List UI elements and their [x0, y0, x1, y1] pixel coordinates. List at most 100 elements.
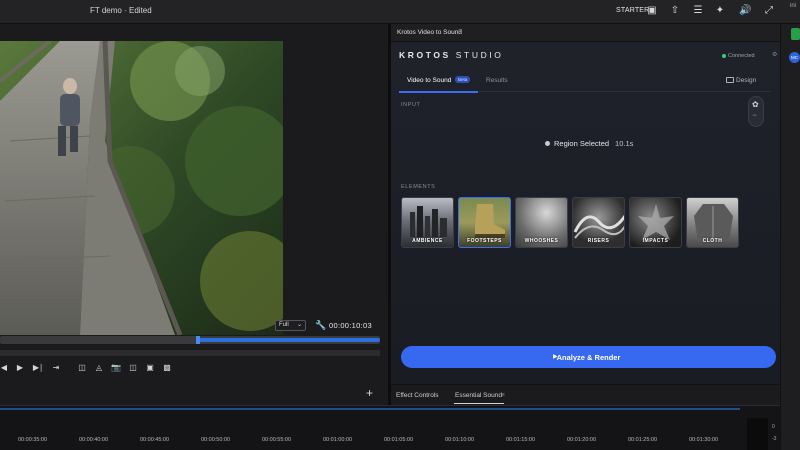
panel-layout-icon[interactable]: ▣	[646, 5, 658, 17]
tab-results[interactable]: Results	[486, 77, 508, 84]
timeline-tick: 00:01:15:00	[506, 437, 536, 443]
timeline-tick: 00:01:05:00	[384, 437, 414, 443]
timeline-tick: 00:00:40:00	[79, 437, 109, 443]
extension-indicator[interactable]	[791, 28, 800, 40]
timeline-tick: 00:00:55:00	[262, 437, 292, 443]
playhead-timecode[interactable]: 00:00:10:03	[329, 321, 372, 330]
element-label: AMBIENCE	[412, 238, 443, 244]
timeline-tick: 00:00:35:00	[18, 437, 48, 443]
side-tool-pill: ✿ ···	[748, 96, 764, 127]
sparkle-search-icon[interactable]: ✦	[714, 5, 726, 17]
bottom-panel-tabs: Effect Controls Essential Sound ≡	[391, 384, 780, 405]
step-forward-icon[interactable]: ▶∣	[32, 363, 44, 372]
tab-effect-controls[interactable]: Effect Controls	[396, 392, 439, 399]
volume-icon[interactable]: 🔊	[739, 5, 751, 17]
connection-status: Connected	[728, 53, 755, 59]
quality-select[interactable]: Full ⌄	[275, 320, 306, 331]
camera-icon[interactable]: 📷	[110, 363, 122, 372]
element-label: IMPACTS	[642, 238, 669, 244]
chevron-down-icon: ⌄	[296, 322, 302, 328]
compare-icon[interactable]: ▣	[144, 363, 156, 372]
brand-product: STUDIO	[455, 50, 504, 60]
piano-icon[interactable]	[726, 77, 734, 83]
element-risers[interactable]: RISERS	[572, 197, 625, 248]
region-dot-icon	[545, 141, 550, 146]
timeline-tick: 00:01:00:00	[323, 437, 353, 443]
panel-menu-icon[interactable]: ≡	[458, 28, 462, 35]
region-selected: Region Selected 10.1s	[554, 139, 633, 148]
scrub-selection[interactable]	[198, 338, 380, 342]
essential-sound-menu-icon[interactable]: ≡	[501, 392, 505, 399]
title-bar: FT demo - Edited STARTER ▣ ⇧ ☰ ✦ 🔊 ⤢	[0, 0, 800, 24]
right-edge-panel	[780, 24, 800, 450]
region-label: Region Selected	[554, 139, 610, 148]
active-tab-indicator	[399, 91, 478, 93]
meter-label: -3	[772, 436, 777, 442]
timeline-tick: 00:00:45:00	[140, 437, 170, 443]
video-frame-image	[0, 41, 283, 335]
button-editor-icon[interactable]: ◫	[127, 363, 139, 372]
wrench-icon[interactable]: 🔧	[315, 320, 326, 331]
swirl-icon[interactable]: ✿	[752, 100, 759, 109]
design-button[interactable]: Design	[736, 77, 756, 84]
title-separator: -	[124, 6, 127, 15]
more-options-icon[interactable]: ···	[752, 112, 757, 119]
plugin-tabs: Video to Sound Beta Results	[399, 74, 771, 92]
fullscreen-icon[interactable]: ⤢	[763, 5, 775, 17]
element-impacts[interactable]: IMPACTS	[629, 197, 682, 248]
brand-name: KROTOS	[399, 50, 451, 60]
region-duration: 10.1s	[615, 139, 634, 148]
export-frame-icon[interactable]: ▩	[161, 363, 173, 372]
timeline-tick: 00:01:25:00	[628, 437, 658, 443]
element-label: CLOTH	[702, 238, 723, 244]
program-monitor: Full ⌄ 🔧 00:00:10:03 ◀ ▶ ▶∣ ⇥ ◫ ◬ 📷 ◫ ▣ …	[0, 24, 388, 450]
panel-header: Krotos Video to Sound ≡	[391, 24, 780, 42]
connection-dot-icon	[722, 54, 726, 58]
elements-grid: AMBIENCE FOOTSTEPS WHOOSHES RISERS IMPAC…	[401, 197, 746, 249]
step-back-icon[interactable]: ◀	[0, 363, 10, 372]
element-whooshes[interactable]: WHOOSHES	[515, 197, 568, 248]
analyze-render-button[interactable]: ▶ Analyze & Render	[401, 346, 776, 368]
meter-label: 0	[772, 424, 775, 430]
timeline-tick: 00:01:20:00	[567, 437, 597, 443]
timeline-tick: 00:01:30:00	[689, 437, 719, 443]
element-footsteps[interactable]: FOOTSTEPS	[458, 197, 511, 248]
tab-video-to-sound[interactable]: Video to Sound	[407, 77, 451, 84]
element-label: FOOTSTEPS	[467, 238, 502, 244]
timeline-tick: 00:00:50:00	[201, 437, 231, 443]
element-ambience[interactable]: AMBIENCE	[401, 197, 454, 248]
zoom-bar[interactable]	[0, 350, 380, 356]
element-cloth[interactable]: CLOTH	[686, 197, 739, 248]
krotos-plugin: KROTOS STUDIO Connected ⚙ Video to Sound…	[391, 42, 780, 384]
beta-badge: Beta	[455, 76, 471, 83]
input-section-label: INPUT	[401, 102, 421, 108]
video-frame[interactable]	[0, 41, 283, 335]
share-icon[interactable]: ⇧	[669, 5, 681, 17]
krotos-logo: KROTOS STUDIO	[399, 50, 504, 60]
workspace-menu-icon[interactable]: ☰	[692, 5, 704, 17]
timeline[interactable]: 00:00:35:00 00:00:40:00 00:00:45:00 00:0…	[0, 405, 800, 450]
playhead-handle[interactable]	[196, 336, 200, 344]
user-avatar[interactable]: MC	[789, 52, 800, 63]
plan-label[interactable]: STARTER	[616, 7, 649, 14]
active-tab-indicator	[454, 403, 504, 404]
play-icon[interactable]: ▶	[14, 363, 26, 372]
elements-section-label: ELEMENTS	[401, 184, 436, 190]
quality-value: Full	[279, 322, 289, 328]
tab-essential-sound[interactable]: Essential Sound	[455, 392, 502, 399]
timeline-tick: 00:01:10:00	[445, 437, 475, 443]
work-area-bar[interactable]	[0, 408, 740, 410]
document-title: FT demo - Edited	[90, 6, 152, 15]
audio-meter	[747, 418, 768, 450]
insert-icon[interactable]: ◫	[76, 363, 88, 372]
settings-icon[interactable]: ⚙	[772, 51, 777, 58]
edit-status: Edited	[129, 6, 152, 15]
overwrite-icon[interactable]: ◬	[93, 363, 105, 372]
element-label: WHOOSHES	[524, 238, 559, 244]
right-edge-text: ini	[790, 3, 797, 9]
tab-krotos-video-to-sound[interactable]: Krotos Video to Sound	[397, 29, 462, 36]
project-name: FT demo	[90, 6, 122, 15]
add-button-icon[interactable]: +	[366, 386, 373, 400]
go-to-out-icon[interactable]: ⇥	[50, 363, 62, 372]
element-label: RISERS	[587, 238, 610, 244]
